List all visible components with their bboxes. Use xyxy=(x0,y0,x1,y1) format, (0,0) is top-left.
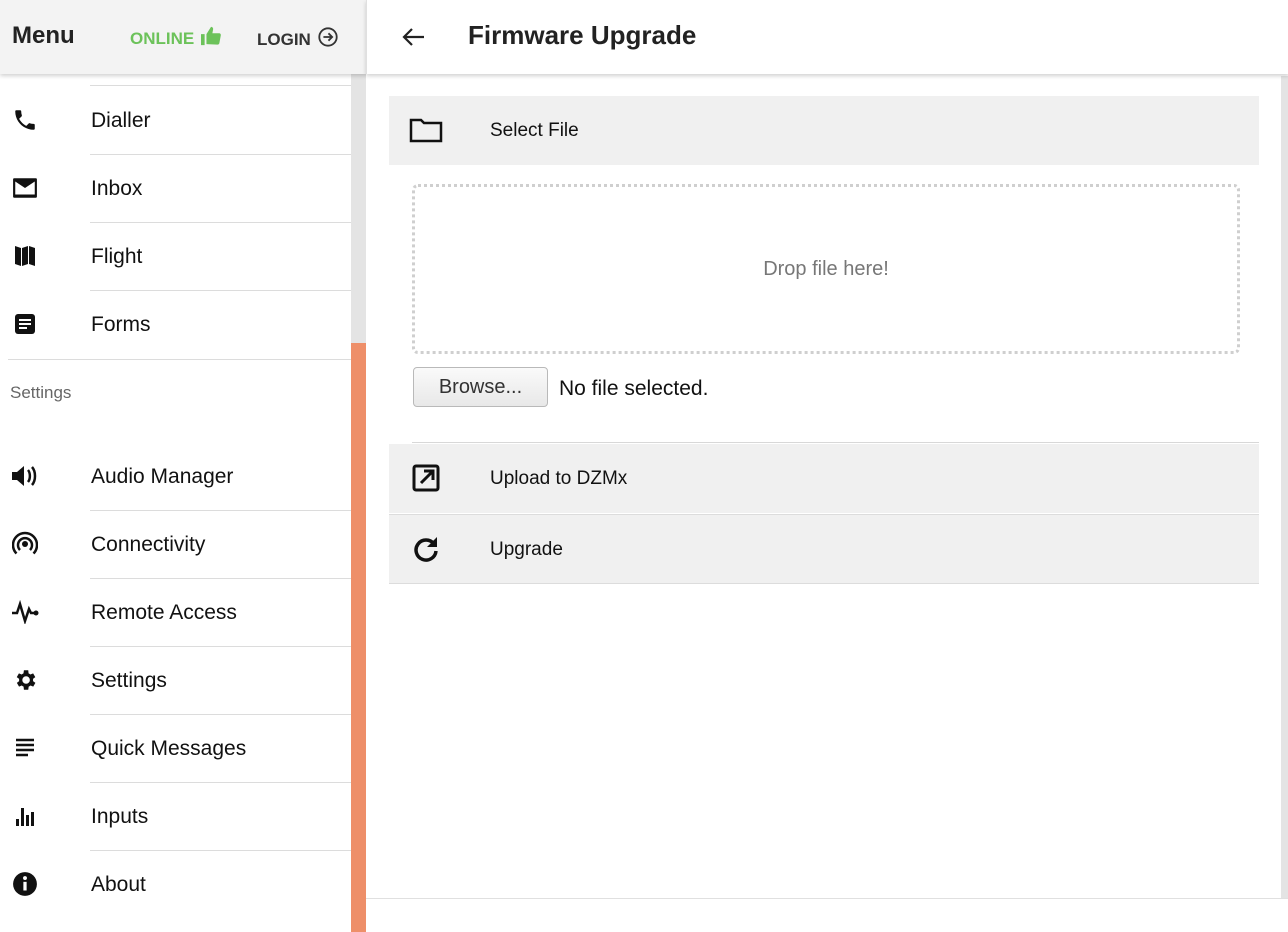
app-header: Firmware Upgrade xyxy=(366,0,1288,74)
map-icon xyxy=(10,241,40,271)
info-icon xyxy=(10,869,40,899)
external-link-icon xyxy=(409,463,443,493)
thumbs-up-icon xyxy=(200,26,222,51)
sidebar-item-label: Inbox xyxy=(91,177,143,200)
sidebar-item-dialler[interactable]: Dialler xyxy=(0,86,351,154)
sidebar-item-label: Remote Access xyxy=(91,601,237,624)
upload-row[interactable]: Upload to DZMx xyxy=(389,444,1259,513)
login-label: LOGIN xyxy=(257,29,311,49)
sidebar-item-label: About xyxy=(91,873,146,896)
forms-icon xyxy=(10,309,40,339)
login-icon xyxy=(317,26,339,53)
sidebar-item-label: Forms xyxy=(91,313,151,336)
upgrade-row[interactable]: Upgrade xyxy=(389,514,1259,584)
sidebar-item-inbox[interactable]: Inbox xyxy=(0,154,351,222)
upgrade-label: Upgrade xyxy=(490,539,563,560)
sidebar-scrollbar-thumb[interactable] xyxy=(351,343,366,932)
phone-icon xyxy=(10,105,40,135)
mail-icon xyxy=(10,173,40,203)
sidebar-item-label: Connectivity xyxy=(91,533,206,556)
main-bottom-border xyxy=(366,898,1288,899)
settings-nav-list: Audio Manager Connectivity Remote Access… xyxy=(0,442,351,918)
bar-chart-icon xyxy=(10,801,40,831)
refresh-icon xyxy=(409,534,443,564)
sidebar-item-label: Inputs xyxy=(91,805,149,828)
online-label: ONLINE xyxy=(130,28,195,48)
login-button[interactable]: LOGIN xyxy=(257,26,339,53)
sidebar-header: Menu ONLINE LOGIN xyxy=(0,0,366,74)
select-file-row[interactable]: Select File xyxy=(389,96,1259,165)
nav-spacer xyxy=(0,74,351,86)
menu-title: Menu xyxy=(12,22,75,49)
sidebar-item-label: Audio Manager xyxy=(91,465,234,488)
folder-icon xyxy=(409,115,443,145)
file-dropzone[interactable]: Drop file here! xyxy=(412,184,1240,354)
sidebar-item-quick-messages[interactable]: Quick Messages xyxy=(0,714,351,782)
section-divider xyxy=(8,359,351,360)
sidebar-item-settings[interactable]: Settings xyxy=(0,646,351,714)
text-lines-icon xyxy=(10,733,40,763)
sidebar-item-remote-access[interactable]: Remote Access xyxy=(0,578,351,646)
main-scrollbar[interactable] xyxy=(1281,76,1288,899)
sidebar-item-connectivity[interactable]: Connectivity xyxy=(0,510,351,578)
back-arrow-icon[interactable] xyxy=(399,22,429,52)
signal-icon xyxy=(10,529,40,559)
file-status: No file selected. xyxy=(559,377,709,400)
nav-list: Dialler Inbox Flight Forms xyxy=(0,74,351,358)
page-title: Firmware Upgrade xyxy=(468,20,697,50)
select-file-label: Select File xyxy=(490,120,579,141)
sidebar-item-label: Dialler xyxy=(91,109,151,132)
sidebar-item-inputs[interactable]: Inputs xyxy=(0,782,351,850)
section-separator xyxy=(412,442,1259,443)
sidebar-item-forms[interactable]: Forms xyxy=(0,290,351,358)
dropzone-text: Drop file here! xyxy=(763,257,889,280)
gear-icon xyxy=(10,665,40,695)
speaker-icon xyxy=(10,461,40,491)
sidebar-item-label: Quick Messages xyxy=(91,737,247,760)
sidebar-item-audio-manager[interactable]: Audio Manager xyxy=(0,442,351,510)
sidebar-item-label: Settings xyxy=(91,669,167,692)
sidebar-item-about[interactable]: About xyxy=(0,850,351,918)
pulse-icon xyxy=(10,597,40,627)
browse-button[interactable]: Browse... xyxy=(413,367,548,407)
sidebar-item-label: Flight xyxy=(91,245,143,268)
section-label-settings: Settings xyxy=(10,383,72,402)
online-status: ONLINE xyxy=(130,26,222,51)
sidebar: Menu ONLINE LOGIN Dialler Inbox Flight F… xyxy=(0,0,366,932)
upload-label: Upload to DZMx xyxy=(490,468,628,489)
sidebar-item-flight[interactable]: Flight xyxy=(0,222,351,290)
